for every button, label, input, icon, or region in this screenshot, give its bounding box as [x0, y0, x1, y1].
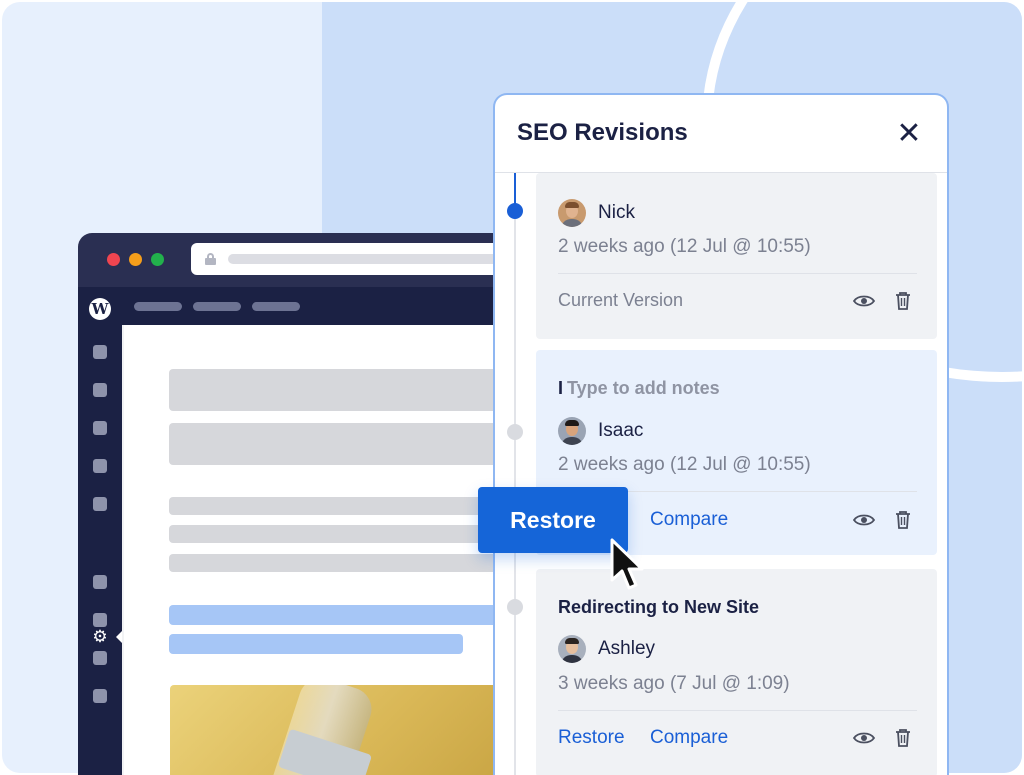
trash-icon[interactable]: [895, 729, 911, 747]
eye-icon[interactable]: [853, 513, 875, 527]
revision-author: Ashley: [598, 638, 656, 659]
compare-link[interactable]: Compare: [650, 727, 728, 749]
revision-author: Nick: [598, 202, 635, 223]
revision-timestamp: 3 weeks ago (7 Jul @ 1:09): [558, 673, 790, 694]
revision-timestamp: 2 weeks ago (12 Jul @ 10:55): [558, 236, 811, 257]
text-line-placeholder: [169, 525, 508, 543]
timeline-dot-current: [507, 203, 523, 219]
panel-title: SEO Revisions: [517, 119, 688, 146]
text-line-placeholder: [169, 497, 508, 515]
editor-page: [124, 325, 508, 775]
revision-timeline: [514, 173, 516, 775]
revision-timestamp: 2 weeks ago (12 Jul @ 10:55): [558, 454, 811, 475]
notes-input[interactable]: I Type to add notes: [558, 378, 720, 399]
sidebar-menu-icon[interactable]: [93, 345, 107, 359]
lock-icon: [205, 253, 216, 265]
title-placeholder: [169, 369, 508, 411]
avatar: [558, 417, 586, 445]
sidebar-menu-icon[interactable]: [93, 421, 107, 435]
compare-link[interactable]: Compare: [650, 509, 728, 531]
browser-titlebar: [78, 233, 508, 287]
highlighted-line-placeholder: [169, 634, 463, 654]
close-icon[interactable]: ✕: [893, 119, 925, 151]
divider: [558, 710, 917, 711]
timeline-dot: [507, 424, 523, 440]
sidebar-menu-icon[interactable]: [93, 383, 107, 397]
highlighted-line-placeholder: [169, 605, 508, 625]
revision-card-current: Nick 2 weeks ago (12 Jul @ 10:55) Curren…: [536, 173, 937, 339]
wp-sidebar: ⚙: [78, 325, 123, 775]
maximize-window-dot[interactable]: [151, 253, 164, 266]
avatar: [558, 635, 586, 663]
trash-icon[interactable]: [895, 511, 911, 529]
text-line-placeholder: [169, 554, 508, 572]
admin-bar-menu-item[interactable]: [134, 302, 182, 311]
avatar: [558, 199, 586, 227]
trash-icon[interactable]: [895, 292, 911, 310]
panel-header: SEO Revisions ✕: [495, 95, 947, 173]
restore-link[interactable]: Restore: [558, 727, 625, 749]
sidebar-menu-icon[interactable]: [93, 689, 107, 703]
settings-gear-icon[interactable]: ⚙: [90, 627, 110, 647]
subtitle-placeholder: [169, 423, 508, 465]
eye-icon[interactable]: [853, 294, 875, 308]
restore-button[interactable]: Restore: [478, 487, 628, 553]
sidebar-menu-icon[interactable]: [93, 613, 107, 627]
wordpress-logo-icon[interactable]: W: [89, 298, 111, 320]
sidebar-menu-icon[interactable]: [93, 459, 107, 473]
sidebar-menu-icon[interactable]: [93, 497, 107, 511]
revision-note[interactable]: Redirecting to New Site: [558, 597, 759, 618]
admin-bar-menu-item[interactable]: [252, 302, 300, 311]
admin-bar-menu-item[interactable]: [193, 302, 241, 311]
divider: [558, 273, 917, 274]
mouse-pointer-icon: [610, 538, 644, 590]
sidebar-menu-icon[interactable]: [93, 575, 107, 589]
timeline-dot: [507, 599, 523, 615]
sidebar-menu-icon[interactable]: [93, 651, 107, 665]
url-placeholder: [228, 254, 508, 264]
featured-image: [170, 685, 508, 775]
revision-author: Isaac: [598, 420, 644, 441]
seo-revisions-panel: SEO Revisions ✕ Nick 2 weeks ago (12 Jul…: [493, 93, 949, 775]
minimize-window-dot[interactable]: [129, 253, 142, 266]
browser-window: W ⚙: [78, 233, 508, 775]
close-window-dot[interactable]: [107, 253, 120, 266]
current-version-label: Current Version: [558, 290, 684, 310]
revision-card: Redirecting to New Site Ashley 3 weeks a…: [536, 569, 937, 775]
editor-content: [122, 325, 508, 775]
eye-icon[interactable]: [853, 731, 875, 745]
address-bar[interactable]: [191, 243, 508, 275]
